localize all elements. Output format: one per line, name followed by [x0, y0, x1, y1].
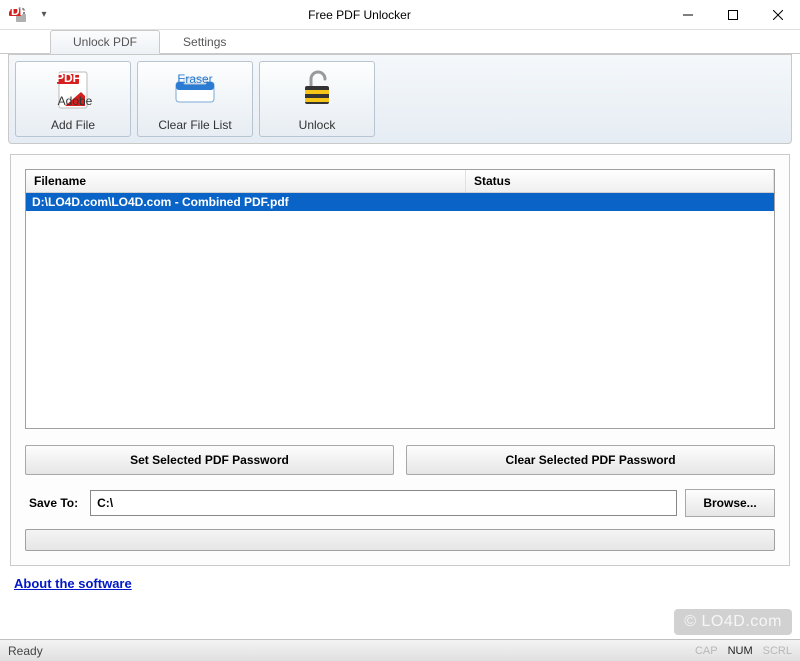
- unlock-button[interactable]: Unlock: [259, 61, 375, 137]
- title-bar: PDF ▾ Free PDF Unlocker: [0, 0, 800, 30]
- pdf-file-icon: PDF Adobe: [51, 66, 95, 114]
- unlock-label: Unlock: [299, 118, 336, 132]
- save-to-input[interactable]: [90, 490, 677, 516]
- caps-indicator: CAP: [695, 645, 718, 657]
- window-title: Free PDF Unlocker: [54, 8, 665, 22]
- eraser-icon: Eraser: [170, 66, 220, 114]
- main-panel: Filename Status D:\LO4D.com\LO4D.com - C…: [10, 154, 790, 566]
- cell-filename: D:\LO4D.com\LO4D.com - Combined PDF.pdf: [26, 193, 466, 211]
- svg-text:PDF: PDF: [56, 71, 80, 85]
- status-bar: Ready CAP NUM SCRL: [0, 639, 800, 661]
- save-to-label: Save To:: [25, 496, 82, 510]
- file-list-header: Filename Status: [26, 170, 774, 193]
- close-button[interactable]: [755, 0, 800, 30]
- ribbon-tabs: Unlock PDF Settings: [0, 30, 800, 54]
- svg-text:Eraser: Eraser: [177, 72, 212, 86]
- clear-file-list-button[interactable]: Eraser Clear File List: [137, 61, 253, 137]
- file-list[interactable]: Filename Status D:\LO4D.com\LO4D.com - C…: [25, 169, 775, 429]
- add-file-label: Add File: [51, 118, 95, 132]
- cell-status: [466, 193, 774, 211]
- watermark: © LO4D.com: [674, 609, 792, 635]
- tab-unlock-pdf[interactable]: Unlock PDF: [50, 30, 160, 54]
- ribbon-toolbar: PDF Adobe Add File Eraser Clear File Lis…: [8, 54, 792, 144]
- progress-bar: [25, 529, 775, 551]
- column-status[interactable]: Status: [466, 170, 774, 192]
- minimize-button[interactable]: [665, 0, 710, 30]
- tab-settings[interactable]: Settings: [160, 30, 249, 53]
- unlock-icon: [295, 66, 339, 114]
- table-row[interactable]: D:\LO4D.com\LO4D.com - Combined PDF.pdf: [26, 193, 774, 211]
- svg-text:PDF: PDF: [8, 4, 27, 18]
- about-link[interactable]: About the software: [14, 576, 786, 591]
- clear-password-button[interactable]: Clear Selected PDF Password: [406, 445, 775, 475]
- num-indicator: NUM: [728, 645, 753, 657]
- file-list-body: D:\LO4D.com\LO4D.com - Combined PDF.pdf: [26, 193, 774, 428]
- status-text: Ready: [8, 644, 43, 658]
- add-file-button[interactable]: PDF Adobe Add File: [15, 61, 131, 137]
- browse-button[interactable]: Browse...: [685, 489, 775, 517]
- clear-file-list-label: Clear File List: [158, 118, 231, 132]
- quick-access-dropdown-icon[interactable]: ▾: [34, 9, 54, 20]
- column-filename[interactable]: Filename: [26, 170, 466, 192]
- svg-text:Adobe: Adobe: [58, 94, 93, 108]
- maximize-button[interactable]: [710, 0, 755, 30]
- scroll-indicator: SCRL: [763, 645, 792, 657]
- set-password-button[interactable]: Set Selected PDF Password: [25, 445, 394, 475]
- app-icon: PDF: [4, 0, 34, 30]
